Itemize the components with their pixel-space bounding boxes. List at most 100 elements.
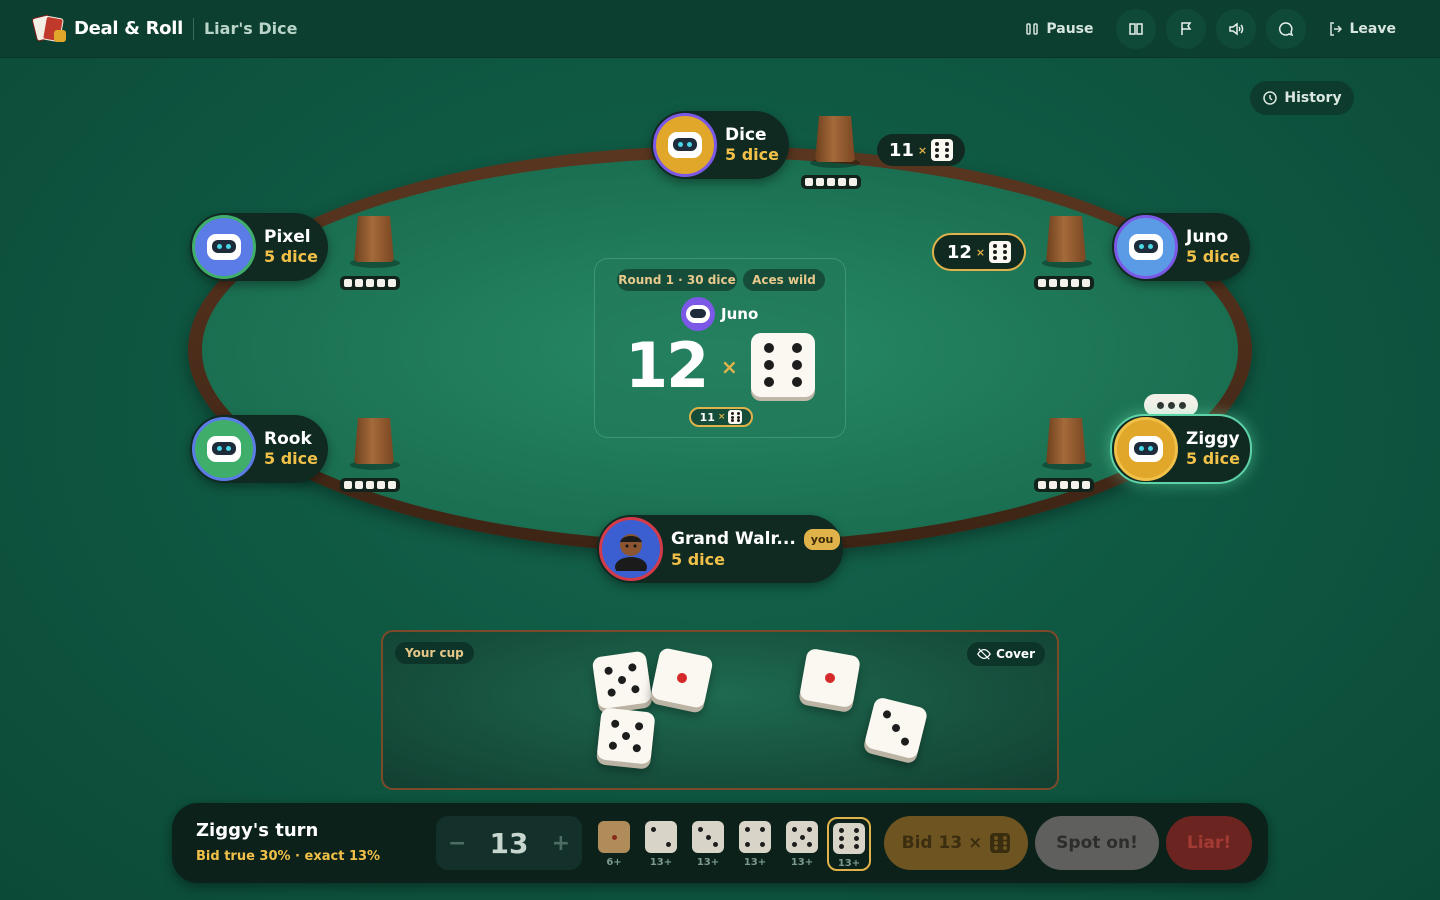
die-pip: [935, 142, 940, 147]
current-bid-panel: Round 1 · 30 dice Aces wild Juno 12 × 11…: [594, 258, 846, 438]
die-pip: [944, 148, 949, 152]
person-avatar-icon: [599, 517, 663, 581]
leave-label: Leave: [1349, 20, 1396, 37]
quantity-value[interactable]: 13: [490, 827, 529, 860]
player-name: Pixel: [264, 227, 311, 247]
face-option-6-selected[interactable]: 13+: [827, 817, 871, 871]
die-pip: [993, 255, 998, 260]
face-option-5[interactable]: 13+: [780, 817, 824, 871]
die-pip: [737, 419, 740, 423]
face-option-label: 13+: [790, 857, 814, 868]
history-button[interactable]: History: [1250, 81, 1354, 115]
round-pill: Round 1 · 30 dice: [617, 269, 737, 291]
your-die-4[interactable]: [798, 647, 862, 709]
player-dice-count: 5 dice: [671, 550, 725, 569]
bid-face-die: [751, 333, 815, 397]
player-dice-count: 5 dice: [1186, 449, 1240, 468]
last-bid-badge: 11 ×: [877, 134, 965, 166]
times-symbol: ×: [917, 143, 928, 157]
die-pip: [617, 675, 627, 685]
player-name: Grand Walr...: [671, 529, 796, 549]
liar-button[interactable]: Liar!: [1166, 816, 1252, 870]
die-pip: [745, 841, 751, 847]
die-pip: [853, 836, 859, 841]
bid-badge-quantity: 11: [888, 139, 914, 161]
player-dice-count: 5 dice: [264, 247, 318, 266]
your-cup-label: Your cup: [395, 642, 474, 664]
exit-icon: [1329, 21, 1342, 36]
face-option-label: 13+: [649, 857, 673, 868]
your-die-2[interactable]: [650, 646, 714, 710]
face-option-2[interactable]: 13+: [639, 817, 683, 871]
your-die-1[interactable]: [591, 650, 653, 710]
bid-button-die: [990, 833, 1011, 853]
die-pip: [1002, 846, 1007, 851]
die-pip: [792, 827, 798, 833]
face-option-label: 6+: [606, 857, 622, 868]
die-pip: [608, 741, 618, 751]
player-ziggy[interactable]: Ziggy 5 dice: [1110, 414, 1252, 484]
your-die-3[interactable]: [596, 707, 656, 765]
die-pip: [792, 841, 798, 847]
player-juno[interactable]: Juno 5 dice: [1112, 213, 1250, 281]
die-pip: [651, 827, 657, 833]
die-pip: [935, 148, 940, 152]
die-pip: [634, 721, 644, 731]
dice-indicator: [340, 478, 400, 492]
decrease-button[interactable]: −: [448, 831, 466, 856]
face-option-label: 13+: [696, 857, 720, 868]
bid-odds: Bid true 30% · exact 13%: [196, 849, 381, 864]
chat-icon: [1278, 21, 1293, 36]
die-pip: [763, 343, 774, 354]
leave-button[interactable]: Leave: [1316, 15, 1408, 43]
rule-pill: Aces wild: [743, 269, 825, 291]
die-pip: [853, 827, 859, 833]
juno-cup: [1046, 216, 1086, 262]
player-dice[interactable]: Dice 5 dice: [651, 111, 789, 179]
current-bidder: Juno: [681, 297, 758, 331]
cover-label: Cover: [996, 647, 1035, 661]
die-pip: [993, 835, 998, 840]
spot-on-button[interactable]: Spot on!: [1035, 816, 1159, 870]
player-rook[interactable]: Rook 5 dice: [190, 415, 328, 483]
die-pip: [935, 153, 940, 158]
face-option-3[interactable]: 13+: [686, 817, 730, 871]
dice-indicator: [801, 175, 861, 189]
bidder-name: Juno: [721, 305, 759, 323]
report-button[interactable]: [1165, 8, 1206, 49]
cover-button[interactable]: Cover: [967, 642, 1045, 666]
pause-icon: [1026, 22, 1039, 35]
die-pip: [763, 360, 774, 370]
dice-indicator: [1034, 478, 1094, 492]
you-badge: you: [803, 529, 841, 550]
bid-button[interactable]: Bid 13 ×: [884, 816, 1028, 870]
header-divider: [192, 17, 194, 40]
die-pip: [730, 419, 734, 423]
pause-button[interactable]: Pause: [1012, 15, 1105, 43]
thinking-bubble: [1144, 394, 1198, 416]
player-pixel[interactable]: Pixel 5 dice: [190, 213, 328, 281]
chat-button[interactable]: [1265, 8, 1306, 49]
player-name: Juno: [1186, 227, 1229, 247]
flag-icon: [1180, 21, 1191, 35]
action-bar: Ziggy's turn Bid true 30% · exact 13% − …: [172, 803, 1268, 883]
player-you[interactable]: Grand Walr... you 5 dice: [597, 515, 843, 583]
rules-button[interactable]: [1115, 8, 1156, 49]
ziggy-cup: [1046, 418, 1086, 464]
book-icon: [1128, 22, 1143, 35]
die-pip: [792, 360, 803, 370]
robot-avatar-icon: [192, 417, 256, 481]
sound-button[interactable]: [1215, 8, 1256, 49]
logo[interactable]: Deal & Roll: [31, 13, 183, 44]
rook-cup: [354, 418, 394, 464]
die-pip: [759, 841, 765, 847]
die-pip: [853, 844, 859, 850]
quantity-stepper: − 13 +: [436, 816, 582, 870]
robot-avatar-icon: [1114, 215, 1178, 279]
previous-bid: 11 ×: [689, 407, 753, 427]
increase-button[interactable]: +: [552, 831, 570, 856]
your-die-5[interactable]: [863, 696, 929, 760]
face-option-4[interactable]: 13+: [733, 817, 777, 871]
face-option-1[interactable]: 6+: [592, 817, 636, 871]
die-pip: [632, 744, 642, 754]
